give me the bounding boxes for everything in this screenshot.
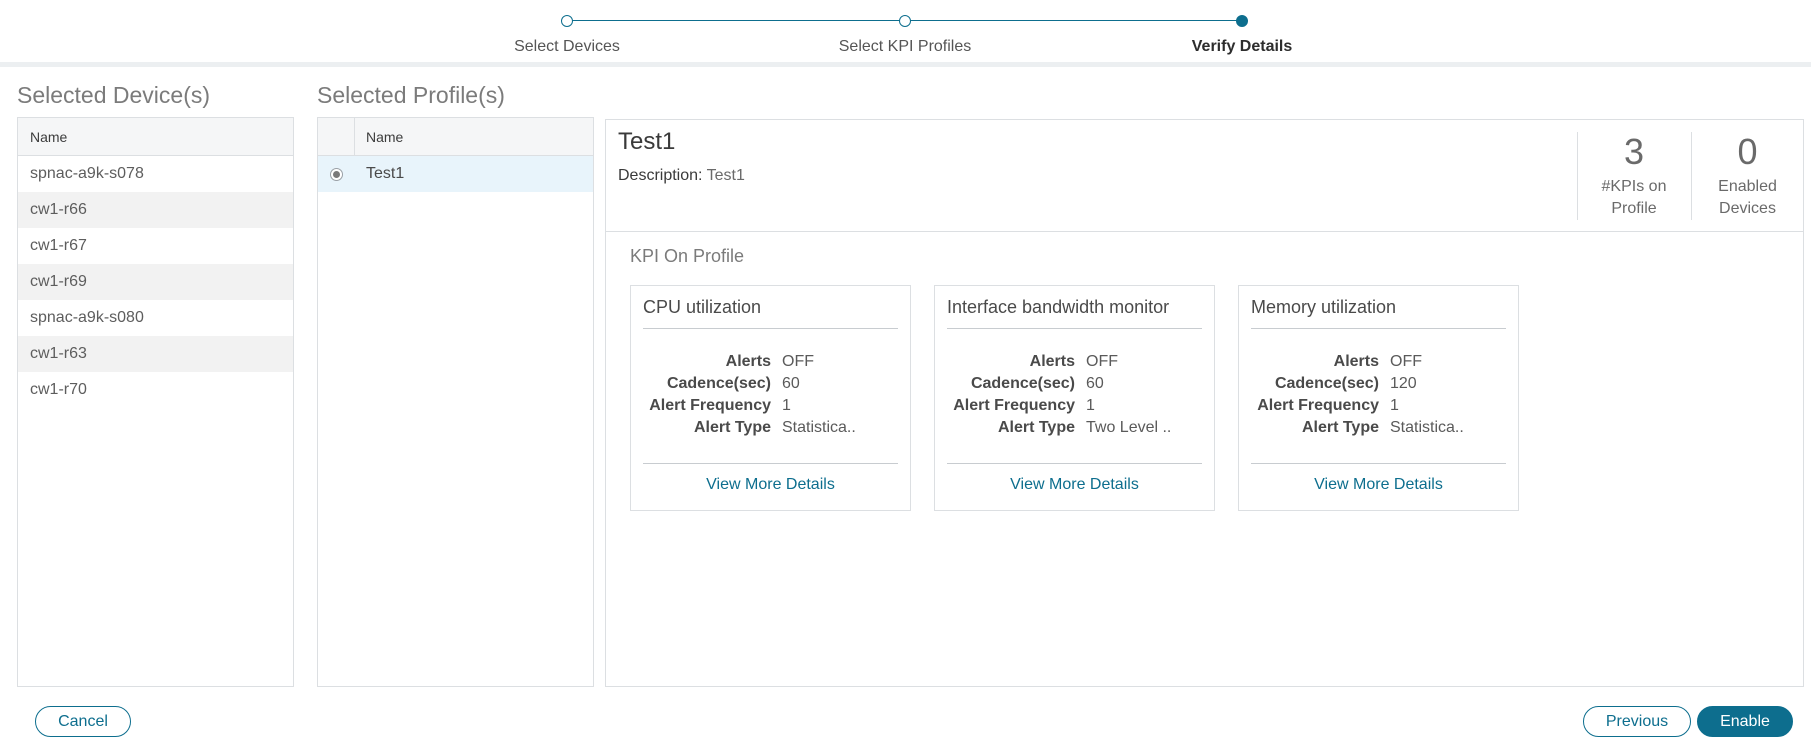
kpi-card-properties: Alerts OFF Cadence(sec) 120 Alert Frequenc…: [1239, 351, 1518, 439]
alert-frequency-label: Alert Frequency: [953, 397, 1075, 414]
step-dot-select-devices[interactable]: [561, 15, 573, 27]
kpi-card-divider: [947, 463, 1202, 464]
alert-type-label: Alert Type: [693, 419, 771, 436]
profile-details-header: Test1 Description: Test1 3 #KPIs on Prof…: [606, 120, 1803, 232]
device-row[interactable]: cw1-r66: [18, 192, 293, 228]
view-more-details-link[interactable]: View More Details: [631, 476, 910, 494]
kpi-card-divider: [1251, 328, 1506, 329]
enabled-devices-caption-line: Devices: [1719, 199, 1776, 217]
cadence-label: Cadence(sec): [970, 375, 1075, 392]
kpis-caption-line: Profile: [1611, 199, 1657, 217]
selected-devices-title: Selected Device(s): [17, 82, 211, 108]
enable-button[interactable]: Enable: [1697, 706, 1793, 737]
kpis-caption-line: #KPIs on: [1601, 177, 1667, 195]
stepper-track: [905, 20, 1243, 21]
kpi-card-properties: Alerts OFF Cadence(sec) 60 Alert Frequency…: [631, 351, 910, 439]
enabled-devices-caption: Enabled Devices: [1692, 176, 1803, 220]
kpis-count: 3: [1623, 131, 1645, 172]
alerts-value: OFF: [1086, 353, 1118, 370]
kpi-card-divider: [947, 328, 1202, 329]
alerts-value: OFF: [1390, 353, 1422, 370]
device-row[interactable]: spnac-a9k-s080: [18, 300, 293, 336]
device-row[interactable]: cw1-r70: [18, 372, 293, 408]
enabled-devices-count: 0: [1737, 131, 1758, 172]
description-value: Test1: [706, 167, 745, 184]
profile-details-panel: Test1 Description: Test1 3 #KPIs on Prof…: [605, 119, 1804, 687]
view-more-details-link[interactable]: View More Details: [1239, 476, 1518, 494]
kpi-on-profile-title: KPI On Profile: [630, 246, 745, 266]
stepper-track: [567, 20, 905, 21]
step-label-select-kpi-profiles[interactable]: Select KPI Profiles: [795, 38, 1015, 56]
alert-type-label: Alert Type: [997, 419, 1075, 436]
cadence-value: 60: [782, 375, 800, 392]
alerts-label: Alerts: [725, 353, 771, 370]
cadence-label: Cadence(sec): [1274, 375, 1379, 392]
profile-radio-button[interactable]: [330, 167, 343, 181]
cadence-value: 120: [1390, 375, 1417, 392]
kpis-caption: #KPIs on Profile: [1578, 176, 1690, 220]
kpi-card-title: CPU utilization: [643, 297, 762, 317]
kpi-card-divider: [643, 463, 898, 464]
cadence-label: Cadence(sec): [666, 375, 771, 392]
device-row[interactable]: cw1-r63: [18, 336, 293, 372]
alert-frequency-value: 1: [1086, 397, 1095, 414]
alert-frequency-value: 1: [782, 397, 791, 414]
device-row[interactable]: cw1-r69: [18, 264, 293, 300]
radio-selected-dot: [333, 170, 340, 178]
alert-type-value: Statistica..: [1390, 419, 1464, 436]
enabled-devices-caption-line: Enabled: [1718, 177, 1777, 195]
selected-profiles-grid: Name Test1: [317, 117, 594, 687]
kpi-card-title: Interface bandwidth monitor: [947, 297, 1170, 317]
alerts-label: Alerts: [1029, 353, 1075, 370]
profile-row-selected[interactable]: Test1: [318, 156, 593, 192]
alert-frequency-label: Alert Frequency: [649, 397, 771, 414]
step-dot-select-kpi-profiles[interactable]: [899, 15, 911, 27]
selected-devices-grid: Name spnac-a9k-s078 cw1-r66 cw1-r67 cw1-…: [17, 117, 294, 687]
view-more-details-link[interactable]: View More Details: [935, 476, 1214, 494]
kpi-card-divider: [1251, 463, 1506, 464]
alert-type-label: Alert Type: [1301, 419, 1379, 436]
kpi-card-interface-bandwidth-monitor: Interface bandwidth monitor Alerts OFF Ca…: [934, 285, 1215, 511]
wizard-stepper: Select Devices Select KPI Profiles Verif…: [0, 0, 1811, 67]
profile-row-name: Test1: [366, 165, 405, 182]
cadence-value: 60: [1086, 375, 1104, 392]
previous-button[interactable]: Previous: [1583, 706, 1691, 737]
kpi-card-divider: [643, 328, 898, 329]
profile-name: Test1: [618, 128, 676, 155]
kpi-card-cpu-utilization: CPU utilization Alerts OFF Cadence(sec) 60…: [630, 285, 911, 511]
step-label-verify-details: Verify Details: [1191, 38, 1293, 55]
alert-type-value: Two Level ..: [1086, 419, 1172, 436]
kpi-card-title: Memory utilization: [1251, 297, 1397, 317]
profiles-column-header-name[interactable]: Name: [355, 129, 403, 145]
device-row[interactable]: cw1-r67: [18, 228, 293, 264]
cancel-button[interactable]: Cancel: [35, 706, 131, 737]
profile-radio-cell[interactable]: [318, 167, 355, 181]
alerts-value: OFF: [782, 353, 814, 370]
step-dot-verify-details: [1236, 15, 1248, 27]
profiles-select-column-header: [318, 118, 355, 155]
profiles-grid-header: Name: [318, 118, 593, 156]
kpi-card-properties: Alerts OFF Cadence(sec) 60 Alert Frequency…: [935, 351, 1214, 439]
alerts-label: Alerts: [1333, 353, 1379, 370]
step-label-select-devices[interactable]: Select Devices: [457, 38, 677, 56]
alert-type-value: Statistica..: [782, 419, 856, 436]
device-row[interactable]: spnac-a9k-s078: [18, 156, 293, 192]
enabled-devices-stat: 0 Enabled Devices: [1691, 132, 1803, 220]
devices-column-header-name[interactable]: Name: [18, 118, 293, 156]
selected-profiles-title: Selected Profile(s): [317, 82, 505, 108]
description-label: Description:: [618, 167, 703, 184]
kpi-card-memory-utilization: Memory utilization Alerts OFF Cadence(sec…: [1238, 285, 1519, 511]
kpis-on-profile-stat: 3 #KPIs on Profile: [1577, 132, 1690, 220]
profile-description: Description: Test1: [618, 167, 745, 185]
alert-frequency-value: 1: [1390, 397, 1399, 414]
alert-frequency-label: Alert Frequency: [1257, 397, 1379, 414]
